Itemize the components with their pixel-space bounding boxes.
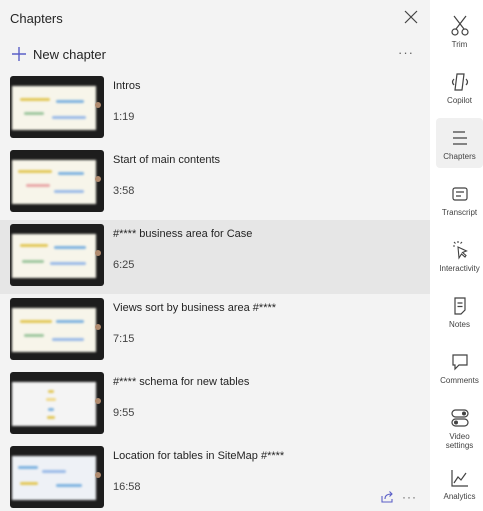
- chapter-title: Views sort by business area #****: [113, 302, 277, 314]
- chapter-thumbnail: [10, 76, 104, 138]
- chapter-item[interactable]: Location for tables in SiteMap #**** 16:…: [0, 442, 430, 511]
- rail-interactivity[interactable]: Interactivity: [436, 230, 483, 280]
- chapter-thumbnail: [10, 372, 104, 434]
- new-chapter-label: New chapter: [33, 46, 106, 62]
- rail-chapters[interactable]: Chapters: [436, 118, 483, 168]
- rail-label: Video settings: [445, 432, 474, 450]
- panel-title: Chapters: [10, 11, 63, 26]
- chapter-item[interactable]: Intros 1:19: [0, 72, 430, 146]
- rail-label: Interactivity: [439, 264, 480, 273]
- chapter-timestamp: 1:19: [113, 111, 135, 123]
- rail-transcript[interactable]: Transcript: [436, 174, 483, 224]
- chapter-item[interactable]: #**** schema for new tables 9:55: [0, 368, 430, 442]
- rail-label: Chapters: [443, 152, 476, 161]
- rail-video-settings[interactable]: Video settings: [436, 398, 483, 454]
- chapter-thumbnail: [10, 446, 104, 508]
- rail-label: Trim: [451, 40, 468, 49]
- panel-header: Chapters: [0, 0, 430, 38]
- new-chapter-button[interactable]: New chapter: [11, 44, 106, 64]
- chapters-panel: Chapters New chapter ··· Intros 1:19 Sta…: [0, 0, 430, 511]
- chapter-thumbnail: [10, 298, 104, 360]
- rail-comments[interactable]: Comments: [436, 342, 483, 392]
- rail-label: Notes: [449, 320, 470, 329]
- more-options-icon[interactable]: ···: [398, 45, 414, 60]
- new-chapter-row: New chapter ···: [0, 40, 430, 68]
- chapter-timestamp: 9:55: [113, 407, 135, 419]
- chapter-item[interactable]: Views sort by business area #**** 7:15: [0, 294, 430, 368]
- chapter-title: #**** business area for Case: [113, 228, 253, 240]
- chapter-title: Location for tables in SiteMap #****: [113, 450, 285, 462]
- rail-trim[interactable]: Trim: [436, 6, 483, 56]
- chapter-timestamp: 16:58: [113, 481, 141, 493]
- plus-icon: [12, 47, 26, 61]
- copilot-icon: [451, 73, 468, 91]
- chapter-item-selected[interactable]: #**** business area for Case 6:25: [0, 220, 430, 294]
- rail-analytics[interactable]: Analytics: [436, 458, 483, 508]
- comment-icon: [451, 354, 468, 371]
- chart-line-icon: [450, 470, 468, 487]
- right-rail: Trim Copilot Chapters Transcript Interac…: [434, 0, 483, 511]
- rail-label: Analytics: [443, 492, 476, 501]
- chapter-timestamp: 7:15: [113, 333, 135, 345]
- chapter-timestamp: 3:58: [113, 185, 135, 197]
- chapter-title: #**** schema for new tables: [113, 376, 250, 388]
- rail-notes[interactable]: Notes: [436, 286, 483, 336]
- chapters-icon: [452, 131, 467, 145]
- share-icon[interactable]: [380, 490, 394, 504]
- rail-label: Comments: [440, 376, 479, 385]
- cursor-click-icon: [452, 241, 468, 260]
- toggles-icon: [450, 409, 469, 427]
- chapter-row-actions: ···: [380, 490, 417, 504]
- chapter-title: Intros: [113, 80, 141, 92]
- close-icon[interactable]: [402, 8, 420, 26]
- scissors-icon: [450, 15, 469, 36]
- transcript-icon: [451, 187, 468, 201]
- chapter-thumbnail: [10, 150, 104, 212]
- chapter-timestamp: 6:25: [113, 259, 135, 271]
- rail-label: Transcript: [441, 208, 478, 217]
- rail-label: Copilot: [447, 96, 472, 105]
- rail-copilot[interactable]: Copilot: [436, 62, 483, 112]
- chapter-item[interactable]: Start of main contents 3:58: [0, 146, 430, 220]
- chapter-title: Start of main contents: [113, 154, 220, 166]
- row-more-icon[interactable]: ···: [402, 490, 417, 504]
- chapter-thumbnail: [10, 224, 104, 286]
- notes-icon: [453, 297, 466, 315]
